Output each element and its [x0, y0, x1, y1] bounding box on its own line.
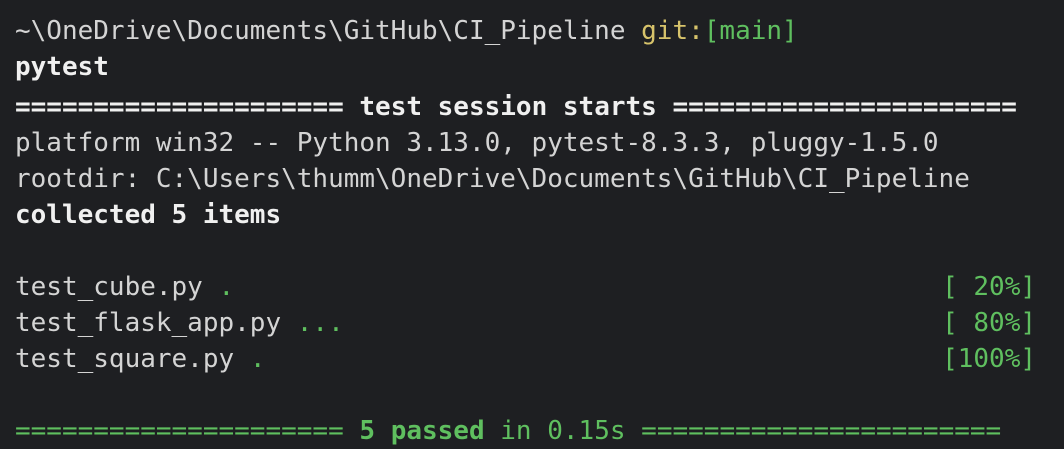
- result-row: test_flask_app.py ...: [15, 305, 344, 341]
- header-left-rule: =====================: [15, 92, 344, 122]
- git-label: git:: [641, 16, 704, 46]
- result-dots: ...: [296, 308, 344, 338]
- result-file: test_cube.py: [15, 272, 203, 302]
- result-progress: [ 20%]: [942, 272, 1036, 302]
- prompt-path: ~\OneDrive\Documents\GitHub\CI_Pipeline: [15, 16, 626, 46]
- summary-right-rule: =======================: [641, 416, 1002, 446]
- result-dots: .: [218, 272, 235, 302]
- command-line: pytest: [15, 52, 109, 82]
- platform-line: platform win32 -- Python 3.13.0, pytest-…: [15, 128, 939, 158]
- summary-left-rule: =====================: [15, 416, 344, 446]
- result-file: test_square.py: [15, 344, 235, 374]
- result-progress: [ 80%]: [942, 308, 1036, 338]
- rootdir-line: rootdir: C:\Users\thumm\OneDrive\Documen…: [15, 164, 970, 194]
- header-right-rule: ======================: [672, 92, 1017, 122]
- session-header: ===================== test session start…: [15, 89, 1017, 125]
- git-branch: [main]: [703, 16, 798, 46]
- result-file: test_flask_app.py: [15, 308, 282, 338]
- terminal-window[interactable]: ~\OneDrive\Documents\GitHub\CI_Pipeline …: [0, 0, 1064, 446]
- collected-line: collected 5 items: [15, 200, 282, 230]
- result-progress: [100%]: [942, 344, 1036, 374]
- summary-line: ===================== 5 passed in 0.15s …: [15, 413, 1001, 449]
- result-row: test_square.py .: [15, 341, 265, 377]
- result-dots: .: [249, 344, 266, 374]
- prompt-line: ~\OneDrive\Documents\GitHub\CI_Pipeline …: [15, 13, 798, 49]
- header-title: test session starts: [359, 92, 657, 122]
- summary-passed: 5 passed: [359, 416, 485, 446]
- result-row: test_cube.py .: [15, 269, 234, 305]
- summary-duration: in 0.15s: [500, 416, 626, 446]
